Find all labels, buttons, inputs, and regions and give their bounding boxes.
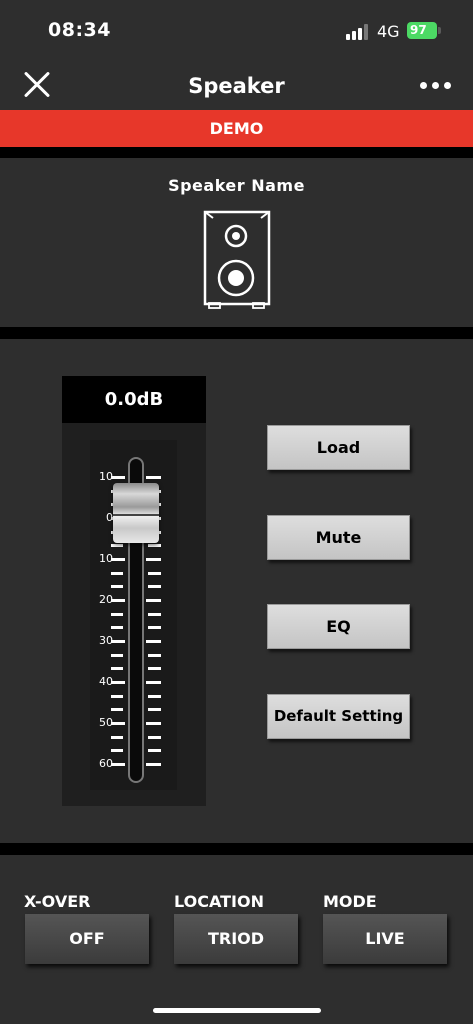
speaker-icon[interactable] xyxy=(201,208,273,310)
mode-label: MODE xyxy=(323,892,377,911)
tick-major xyxy=(146,763,161,766)
home-indicator xyxy=(153,1008,321,1013)
status-time: 08:34 xyxy=(48,19,111,41)
tick-minor xyxy=(148,654,161,657)
divider xyxy=(0,843,473,855)
tick-major xyxy=(111,722,125,725)
tick-minor xyxy=(148,667,161,670)
tick-minor xyxy=(148,613,161,616)
tick-minor xyxy=(111,654,123,657)
tick-minor xyxy=(111,736,123,739)
signal-icon xyxy=(346,24,370,40)
app-screen: 08:34 4G 97 Speaker DEMO Speaker Name 0.… xyxy=(0,0,473,1024)
tick-minor xyxy=(111,585,123,588)
divider xyxy=(0,147,473,158)
page-title: Speaker xyxy=(188,74,285,98)
nav-bar: Speaker xyxy=(0,62,473,110)
tick-major xyxy=(111,640,125,643)
demo-banner: DEMO xyxy=(0,110,473,147)
tick-minor xyxy=(111,626,123,629)
more-icon[interactable] xyxy=(420,82,452,90)
tick-minor xyxy=(148,626,161,629)
tick-minor xyxy=(111,613,123,616)
eq-button[interactable]: EQ xyxy=(267,604,410,649)
tick-minor xyxy=(148,749,161,752)
tick-major xyxy=(111,599,125,602)
mute-button[interactable]: Mute xyxy=(267,515,410,560)
tick-minor xyxy=(111,572,123,575)
tick-major xyxy=(111,681,125,684)
xover-label: X-OVER xyxy=(24,892,91,911)
load-button[interactable]: Load xyxy=(267,425,410,470)
tick-major xyxy=(146,558,161,561)
tick-major xyxy=(111,558,125,561)
tick-minor xyxy=(148,544,161,547)
status-bar: 08:34 4G 97 xyxy=(0,0,473,62)
tick-major xyxy=(146,681,161,684)
tick-major xyxy=(146,722,161,725)
network-label: 4G xyxy=(377,22,400,41)
tick-major xyxy=(146,476,161,479)
battery-icon: 97 xyxy=(407,22,437,39)
location-label: LOCATION xyxy=(174,892,264,911)
tick-minor xyxy=(148,695,161,698)
tick-major xyxy=(146,599,161,602)
tick-minor xyxy=(111,749,123,752)
tick-major xyxy=(146,640,161,643)
speaker-name[interactable]: Speaker Name xyxy=(0,176,473,195)
tick-minor xyxy=(148,708,161,711)
tick-minor xyxy=(148,736,161,739)
fader-knob[interactable] xyxy=(113,483,159,543)
xover-button[interactable]: OFF xyxy=(25,914,149,964)
tick-major xyxy=(111,476,125,479)
tick-minor xyxy=(111,544,123,547)
tick-minor xyxy=(111,708,123,711)
tick-major xyxy=(111,763,125,766)
tick-minor xyxy=(111,695,123,698)
divider xyxy=(0,327,473,339)
tick-minor xyxy=(148,585,161,588)
default-setting-button[interactable]: Default Setting xyxy=(267,694,410,739)
mode-button[interactable]: LIVE xyxy=(323,914,447,964)
tick-minor xyxy=(148,572,161,575)
tick-minor xyxy=(111,667,123,670)
gain-display: 0.0dB xyxy=(62,376,206,423)
battery-cap xyxy=(438,27,441,34)
location-button[interactable]: TRIOD xyxy=(174,914,298,964)
